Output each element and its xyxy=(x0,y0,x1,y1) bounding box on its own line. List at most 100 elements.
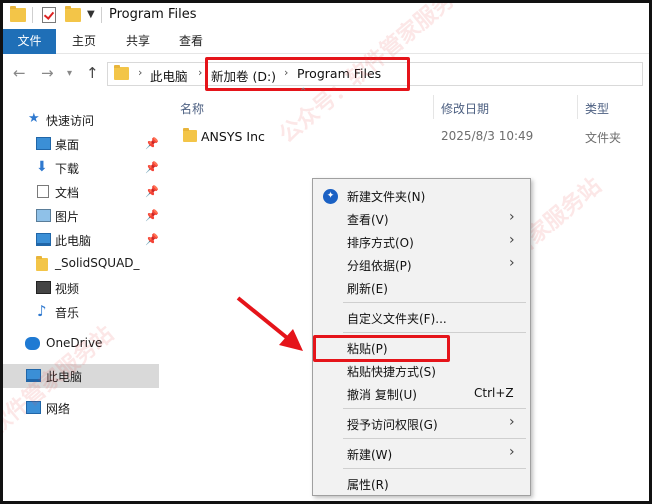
customize-quick-access-icon[interactable]: ▼ xyxy=(87,9,95,20)
chevron-right-icon: › xyxy=(509,209,515,225)
menu-item-label: 自定义文件夹(F)... xyxy=(347,312,447,326)
tab-home[interactable]: 主页 xyxy=(64,29,104,54)
column-header-modified[interactable]: 修改日期 xyxy=(441,100,489,117)
title-separator xyxy=(32,7,33,23)
menu-item-properties[interactable]: 属性(R) xyxy=(313,472,530,496)
pin-icon[interactable]: 📌 xyxy=(145,137,159,150)
sidebar-item-label: 文档 xyxy=(55,186,80,200)
sidebar-item-label: 快速访问 xyxy=(46,114,95,128)
computer-icon xyxy=(36,233,51,246)
title-bar: ▼ Program Files xyxy=(3,3,649,29)
sidebar-item-label: 网络 xyxy=(46,402,71,416)
menu-separator xyxy=(343,468,526,469)
sidebar-item-quick-access[interactable]: ★ 快速访问 xyxy=(3,108,159,132)
pictures-icon xyxy=(36,209,51,222)
chevron-right-icon: › xyxy=(509,232,515,248)
desktop-icon xyxy=(36,137,51,150)
folder-icon xyxy=(114,65,129,80)
document-icon xyxy=(37,185,49,198)
title-separator xyxy=(101,7,102,23)
menu-separator xyxy=(343,302,526,303)
menu-separator xyxy=(343,408,526,409)
menu-item-sort-by[interactable]: 排序方式(O) › xyxy=(313,230,530,254)
folder-icon xyxy=(183,128,197,142)
sidebar-item-documents[interactable]: 文档 📌 xyxy=(3,180,159,204)
chevron-right-icon: › xyxy=(509,414,515,430)
menu-item-view[interactable]: 查看(V) › xyxy=(313,207,530,231)
up-icon[interactable]: ↑ xyxy=(86,64,99,82)
sidebar-item-downloads[interactable]: ⬇ 下载 📌 xyxy=(3,156,159,180)
menu-item-label: 授予访问权限(G) xyxy=(347,418,438,432)
sidebar-item-label: _SolidSQUAD_ xyxy=(55,256,140,270)
chevron-right-icon: › xyxy=(509,444,515,460)
annotation-arrow xyxy=(236,296,303,351)
new-folder-icon: ✦ xyxy=(323,189,338,204)
sidebar-item-solidsquad[interactable]: _SolidSQUAD_ xyxy=(3,252,159,276)
folder-icon xyxy=(10,6,26,22)
sidebar-item-this-pc-pinned[interactable]: 此电脑 📌 xyxy=(3,228,159,252)
file-name[interactable]: ANSYS Inc xyxy=(201,129,265,144)
back-icon[interactable]: ← xyxy=(13,64,26,82)
column-header-name[interactable]: 名称 xyxy=(180,100,204,117)
chevron-right-icon[interactable]: › xyxy=(198,66,202,79)
pin-icon[interactable]: 📌 xyxy=(145,185,159,198)
video-icon xyxy=(36,281,51,294)
column-header-type[interactable]: 类型 xyxy=(585,100,609,117)
tab-view[interactable]: 查看 xyxy=(171,29,211,54)
sidebar-item-videos[interactable]: 视频 xyxy=(3,276,159,300)
menu-item-new-folder[interactable]: ✦ 新建文件夹(N) xyxy=(313,184,530,208)
pin-icon[interactable]: 📌 xyxy=(145,209,159,222)
pin-icon[interactable]: 📌 xyxy=(145,233,159,246)
download-icon: ⬇ xyxy=(36,159,48,175)
menu-item-customize-folder[interactable]: 自定义文件夹(F)... xyxy=(313,306,530,330)
file-type: 文件夹 xyxy=(585,131,622,145)
sidebar-item-label: 下载 xyxy=(55,162,80,176)
recent-locations-icon[interactable]: ▾ xyxy=(67,68,72,79)
sidebar-item-label: 图片 xyxy=(55,210,80,224)
forward-icon[interactable]: → xyxy=(41,64,54,82)
menu-separator xyxy=(343,332,526,333)
tab-file[interactable]: 文件 xyxy=(3,29,56,54)
menu-item-label: 属性(R) xyxy=(347,478,389,492)
chevron-right-icon[interactable]: › xyxy=(138,66,142,79)
menu-item-give-access[interactable]: 授予访问权限(G) › xyxy=(313,412,530,436)
window-title: Program Files xyxy=(109,7,197,22)
file-modified: 2025/8/3 10:49 xyxy=(441,129,534,143)
star-icon: ★ xyxy=(28,111,40,126)
folder-icon xyxy=(36,256,48,271)
sidebar-item-label: 视频 xyxy=(55,282,80,296)
column-divider[interactable] xyxy=(433,95,434,119)
sidebar-item-label: 此电脑 xyxy=(55,234,92,248)
menu-item-label: 粘贴快捷方式(S) xyxy=(347,365,436,379)
menu-item-group-by[interactable]: 分组依据(P) › xyxy=(313,253,530,277)
pin-icon[interactable]: 📌 xyxy=(145,161,159,174)
chevron-right-icon: › xyxy=(509,255,515,271)
menu-item-shortcut: Ctrl+Z xyxy=(474,386,514,400)
new-folder-icon[interactable] xyxy=(65,6,81,22)
menu-item-label: 新建文件夹(N) xyxy=(347,190,426,204)
menu-item-refresh[interactable]: 刷新(E) xyxy=(313,276,530,300)
menu-item-label: 刷新(E) xyxy=(347,282,388,296)
sidebar-item-desktop[interactable]: 桌面 📌 xyxy=(3,132,159,156)
menu-item-paste-shortcut[interactable]: 粘贴快捷方式(S) xyxy=(313,359,530,383)
sidebar-item-music[interactable]: ♪ 音乐 xyxy=(3,300,159,324)
paste-highlight-box xyxy=(313,335,450,362)
ribbon-tabs: 文件 主页 共享 查看 xyxy=(3,29,649,54)
menu-item-label: 撤消 复制(U) xyxy=(347,388,417,402)
navigation-pane: ★ 快速访问 桌面 📌 ⬇ 下载 📌 文档 📌 图片 📌 此电脑 📌 _Soli… xyxy=(3,103,161,501)
sidebar-item-pictures[interactable]: 图片 📌 xyxy=(3,204,159,228)
menu-separator xyxy=(343,438,526,439)
tab-share[interactable]: 共享 xyxy=(118,29,158,54)
menu-item-undo-copy[interactable]: 撤消 复制(U) Ctrl+Z xyxy=(313,382,530,406)
menu-item-new[interactable]: 新建(W) › xyxy=(313,442,530,466)
properties-icon[interactable] xyxy=(42,7,56,23)
breadcrumb-this-pc[interactable]: 此电脑 xyxy=(150,66,188,85)
column-divider[interactable] xyxy=(577,95,578,119)
music-icon: ♪ xyxy=(37,302,47,320)
explorer-window: ▼ Program Files 文件 主页 共享 查看 ← → ▾ ↑ › 此电… xyxy=(0,0,652,504)
menu-item-label: 查看(V) xyxy=(347,213,389,227)
sidebar-item-label: 音乐 xyxy=(55,306,80,320)
menu-item-label: 分组依据(P) xyxy=(347,259,412,273)
menu-item-label: 排序方式(O) xyxy=(347,236,414,250)
menu-item-label: 新建(W) xyxy=(347,448,393,462)
